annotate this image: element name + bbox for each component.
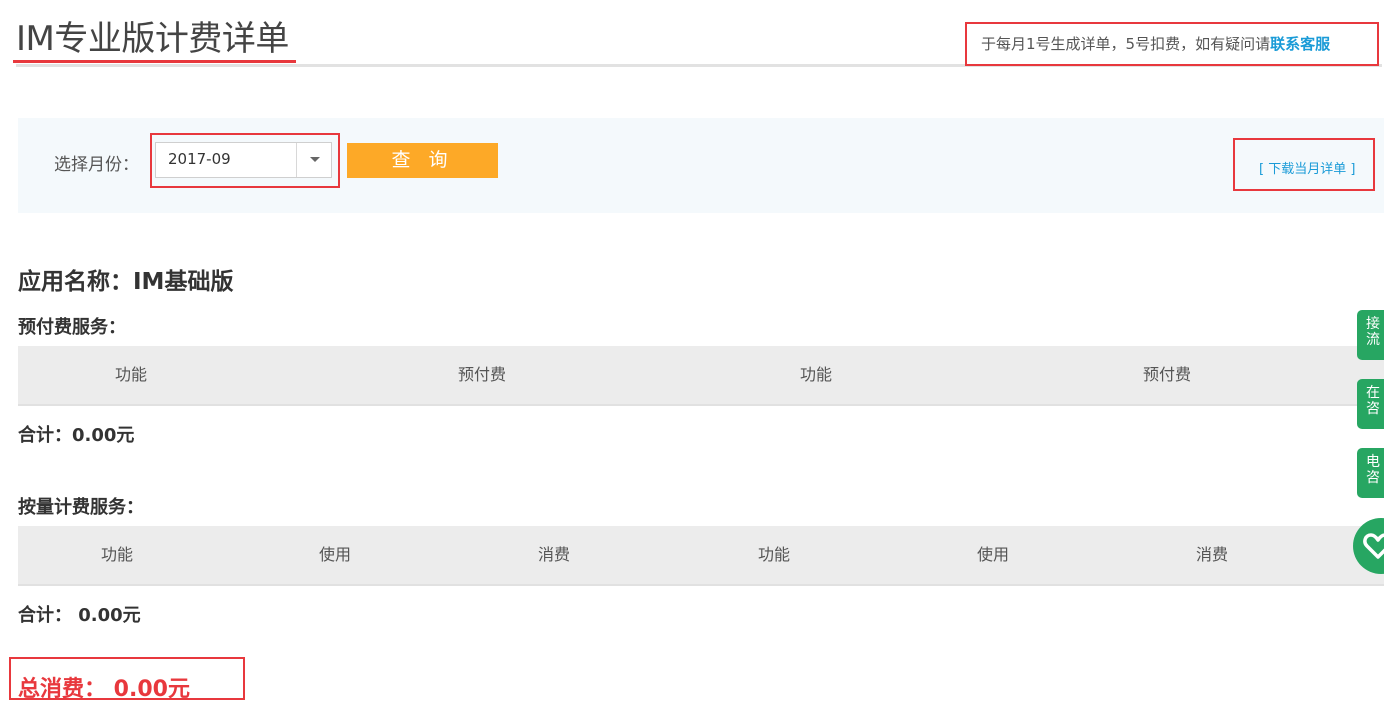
month-select-label: 选择月份： [54,155,139,175]
usage-col-usage-2: 使用 [976,545,1009,564]
download-monthly-detail-link[interactable]: [ 下载当月详单 ] [1259,158,1355,177]
prepaid-section-title: 预付费服务： [18,317,126,338]
prepaid-col-feature-2: 功能 [799,365,832,384]
prepaid-col-prepaid-1: 预付费 [457,365,506,384]
chevron-down-icon[interactable] [310,157,320,162]
billing-notice-text: 于每月1号生成详单，5号扣费，如有疑问请 [981,35,1271,53]
query-button[interactable]: 查 询 [347,143,498,178]
prepaid-col-prepaid-2: 预付费 [1142,365,1191,384]
usage-table-header: 功能 使用 消费 功能 使用 消费 [18,526,1384,586]
page-title: IM专业版计费详单 [16,19,289,59]
prepaid-col-feature-1: 功能 [114,365,147,384]
side-tab-phone-consult[interactable]: 电咨 [1357,448,1384,498]
prepaid-table-header: 功能 预付费 功能 预付费 [18,346,1384,406]
billing-notice: 于每月1号生成详单，5号扣费，如有疑问请联系客服 [981,33,1330,54]
title-highlight-underline [13,60,296,63]
usage-total: 合计： 0.00元 [18,605,141,626]
heart-icon [1363,533,1384,559]
usage-col-cost-1: 消费 [537,545,570,564]
month-select-divider [296,143,297,177]
app-name-heading: 应用名称：IM基础版 [18,269,234,295]
prepaid-total: 合计：0.00元 [18,425,135,446]
usage-col-cost-2: 消费 [1195,545,1228,564]
usage-col-feature-1: 功能 [100,545,133,564]
contact-support-link[interactable]: 联系客服 [1270,35,1330,53]
usage-col-feature-2: 功能 [757,545,790,564]
grand-total: 总消费： 0.00元 [18,677,190,702]
month-select-value[interactable]: 2017-09 [168,150,231,168]
usage-col-usage-1: 使用 [318,545,351,564]
side-tab-contact[interactable]: 接流 [1357,310,1384,360]
side-tab-online-consult[interactable]: 在咨 [1357,379,1384,429]
usage-section-title: 按量计费服务： [18,497,144,518]
